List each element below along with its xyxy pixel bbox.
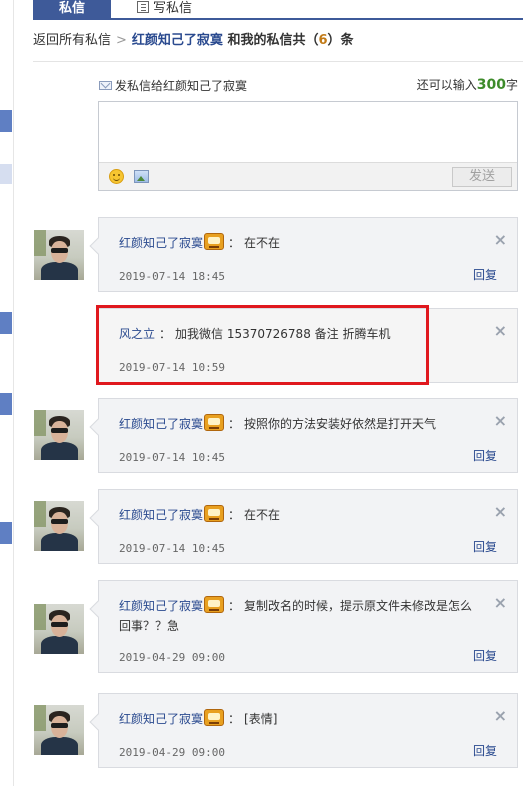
conversation-user-link[interactable]: 红颜知己了寂寞	[132, 33, 223, 48]
message-count: 6	[318, 33, 328, 48]
message-time: 2019-07-14 18:45	[119, 270, 225, 283]
emoji-icon[interactable]	[109, 169, 124, 184]
vip-badge-icon	[204, 505, 225, 522]
reply-link[interactable]: 回复	[473, 538, 497, 555]
delete-icon[interactable]: ×	[494, 708, 507, 724]
message-textarea[interactable]: 发送	[98, 101, 518, 191]
message-text: 在不在	[244, 236, 281, 250]
message-body: 红颜知己了寂寞：按照你的方法安装好依然是打开天气	[119, 414, 479, 434]
message-body: 红颜知己了寂寞：复制改名的时候，提示原文件未修改是怎么回事？？急	[119, 596, 479, 636]
edge-marker	[0, 312, 12, 334]
message-item: 红颜知己了寂寞： [表情] 2019-04-29 09:00 回复 ×	[89, 693, 518, 768]
vip-badge-icon	[204, 233, 225, 250]
message-text: 在不在	[244, 508, 281, 522]
reply-link[interactable]: 回复	[473, 266, 497, 283]
reply-link[interactable]: 回复	[473, 742, 497, 759]
message-time: 2019-07-14 10:45	[119, 451, 225, 464]
sender-name-link[interactable]: 红颜知己了寂寞	[119, 599, 203, 613]
edge-marker	[0, 164, 12, 184]
compose-label-text: 发私信给红颜知己了寂寞	[115, 79, 248, 93]
title-end-text: ）条	[327, 33, 354, 48]
back-to-all-messages-link[interactable]: 返回所有私信	[33, 33, 111, 48]
compose-toolbar: 发送	[99, 162, 517, 190]
send-button[interactable]: 发送	[452, 167, 512, 187]
reply-link[interactable]: 回复	[473, 447, 497, 464]
delete-icon[interactable]: ×	[494, 595, 507, 611]
sender-name-link[interactable]: 红颜知己了寂寞	[119, 236, 203, 250]
edge-marker	[0, 393, 12, 415]
message-body: 红颜知己了寂寞：在不在	[119, 505, 479, 525]
conversation-title: 红颜知己了寂寞 和我的私信共（6）条	[132, 33, 354, 48]
message-body: 红颜知己了寂寞： [表情]	[119, 709, 479, 729]
vip-badge-icon	[204, 596, 225, 613]
avatar[interactable]	[34, 705, 84, 755]
image-upload-icon[interactable]	[134, 170, 149, 183]
remaining-count: 300	[476, 77, 506, 93]
delete-icon[interactable]: ×	[494, 504, 507, 520]
highlight-box	[96, 305, 429, 385]
left-edge-strip	[0, 0, 14, 786]
vip-badge-icon	[204, 414, 225, 431]
title-mid-text: 和我的私信共（	[222, 33, 319, 48]
remaining-prefix: 还可以输入	[416, 78, 477, 92]
remaining-chars: 还可以输入300字	[417, 76, 518, 94]
message-item: 红颜知己了寂寞：在不在 2019-07-14 10:45 回复 ×	[89, 489, 518, 564]
sender-name-link[interactable]: 红颜知己了寂寞	[119, 712, 203, 726]
tab-bar: 私信 写私信	[33, 0, 523, 20]
breadcrumb: 返回所有私信 > 红颜知己了寂寞 和我的私信共（6）条	[33, 31, 354, 51]
edge-marker	[0, 110, 12, 132]
message-time: 2019-07-14 10:45	[119, 542, 225, 555]
tab-write-label: 写私信	[153, 1, 193, 16]
avatar[interactable]	[34, 501, 84, 551]
divider	[33, 61, 523, 62]
mail-icon	[99, 81, 112, 90]
avatar[interactable]	[34, 604, 84, 654]
message-text: 按照你的方法安装好依然是打开天气	[244, 417, 437, 431]
message-item: 红颜知己了寂寞：按照你的方法安装好依然是打开天气 2019-07-14 10:4…	[89, 398, 518, 473]
message-item: 红颜知己了寂寞：复制改名的时候，提示原文件未修改是怎么回事？？急 2019-04…	[89, 580, 518, 673]
sender-name-link[interactable]: 红颜知己了寂寞	[119, 508, 203, 522]
avatar[interactable]	[34, 230, 84, 280]
delete-icon[interactable]: ×	[494, 232, 507, 248]
tab-write-message[interactable]: 写私信	[137, 0, 192, 20]
message-time: 2019-04-29 09:00	[119, 651, 225, 664]
remaining-suffix: 字	[505, 78, 518, 92]
avatar[interactable]	[34, 410, 84, 460]
vip-badge-icon	[204, 709, 225, 726]
delete-icon[interactable]: ×	[494, 323, 507, 339]
sender-name-link[interactable]: 红颜知己了寂寞	[119, 417, 203, 431]
message-body: 红颜知己了寂寞：在不在	[119, 233, 479, 253]
edge-marker	[0, 522, 12, 544]
chevron-right-icon: >	[116, 33, 127, 48]
tab-private-messages[interactable]: 私信	[33, 0, 111, 20]
message-text: [表情]	[244, 712, 278, 726]
reply-link[interactable]: 回复	[473, 647, 497, 664]
edit-icon	[137, 1, 149, 13]
message-time: 2019-04-29 09:00	[119, 746, 225, 759]
message-item: 红颜知己了寂寞：在不在 2019-07-14 18:45 回复 ×	[89, 217, 518, 292]
delete-icon[interactable]: ×	[494, 413, 507, 429]
compose-label: 发私信给红颜知己了寂寞	[99, 78, 247, 94]
